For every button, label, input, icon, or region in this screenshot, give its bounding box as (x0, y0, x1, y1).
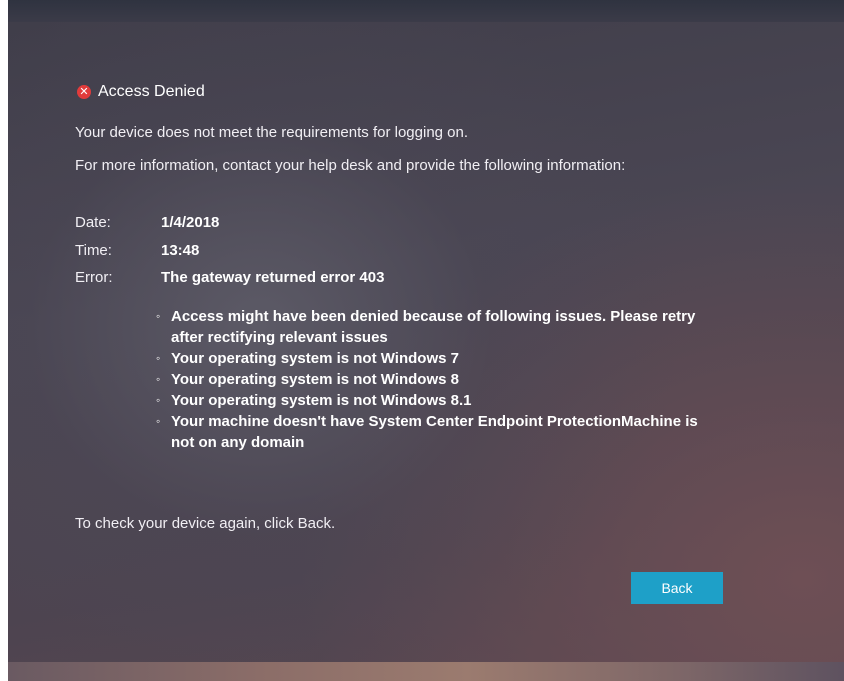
issue-item: ◦ Your operating system is not Windows 8.… (154, 390, 714, 411)
bullet-icon: ◦ (156, 372, 161, 386)
time-label: Time: (75, 242, 112, 259)
message-line-1: Your device does not meet the requiremen… (75, 124, 469, 141)
bullet-icon: ◦ (156, 393, 161, 407)
bullet-icon: ◦ (156, 351, 161, 365)
issue-item: ◦ Your operating system is not Windows 8 (154, 369, 714, 390)
time-value: 13:48 (161, 242, 200, 259)
bottom-bar (8, 662, 844, 681)
date-value: 1/4/2018 (161, 214, 220, 231)
back-button[interactable]: Back (631, 572, 723, 604)
dialog-heading: ✕ Access Denied (77, 81, 205, 103)
top-bar (8, 0, 844, 22)
dialog-title: Access Denied (98, 83, 205, 100)
issue-text: Your operating system is not Windows 8.1 (171, 392, 472, 409)
issue-item: ◦ Your machine doesn't have System Center… (154, 411, 714, 453)
error-value: The gateway returned error 403 (161, 269, 385, 286)
footer-message: To check your device again, click Back. (75, 515, 336, 532)
issues-list: ◦ Access might have been denied because o… (154, 306, 714, 453)
issue-text: Your operating system is not Windows 8 (171, 371, 459, 388)
issue-item: ◦ Access might have been denied because o… (154, 306, 714, 348)
access-denied-panel: ✕ Access Denied Your device does not mee… (8, 22, 844, 662)
error-label: Error: (75, 269, 113, 286)
login-page: ✕ Access Denied Your device does not mee… (8, 0, 844, 681)
message-line-2: For more information, contact your help … (75, 157, 626, 174)
error-x-icon: ✕ (77, 85, 91, 99)
issue-text: Your operating system is not Windows 7 (171, 350, 459, 367)
date-label: Date: (75, 214, 111, 231)
issue-text: Access might have been denied because of… (171, 308, 696, 346)
bullet-icon: ◦ (156, 309, 161, 323)
bullet-icon: ◦ (156, 414, 161, 428)
issue-item: ◦ Your operating system is not Windows 7 (154, 348, 714, 369)
issue-text: Your machine doesn't have System Center … (171, 413, 698, 451)
